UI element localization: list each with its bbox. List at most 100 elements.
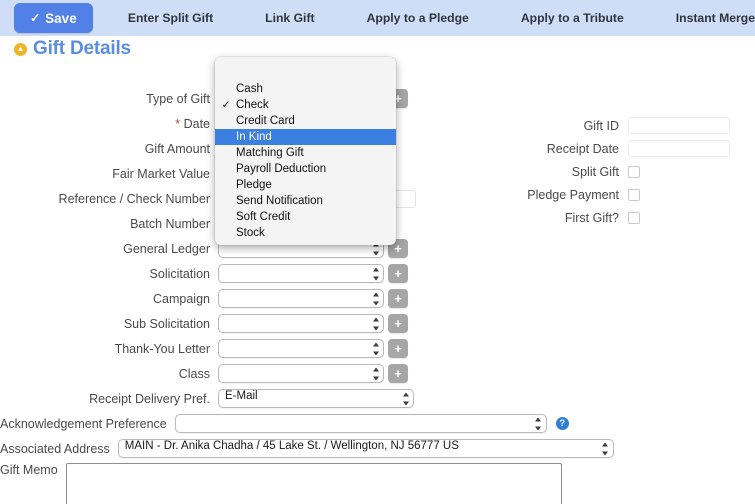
label-reference-check-number: Reference / Check Number bbox=[58, 191, 210, 206]
solicitation-select[interactable] bbox=[218, 264, 384, 283]
label-gift-amount: Gift Amount bbox=[144, 141, 210, 156]
label-general-ledger: General Ledger bbox=[123, 241, 210, 256]
toolbar-nav-items: Enter Split Gift Link Gift Apply to a Pl… bbox=[128, 11, 755, 25]
label-fair-market-value: Fair Market Value bbox=[112, 166, 210, 181]
dropdown-option-check[interactable]: ✓ Check bbox=[215, 97, 396, 113]
row-split-gift: Split Gift bbox=[510, 160, 730, 183]
action-toolbar: ✓ Save Enter Split Gift Link Gift Apply … bbox=[0, 0, 755, 36]
nav-link-gift[interactable]: Link Gift bbox=[265, 11, 314, 25]
required-marker: * bbox=[175, 116, 181, 131]
label-gift-memo: Gift Memo bbox=[0, 463, 58, 477]
row-campaign: Campaign + bbox=[0, 286, 520, 311]
campaign-select[interactable] bbox=[218, 289, 384, 308]
add-class-button[interactable]: + bbox=[388, 364, 408, 383]
sub-solicitation-select-value[interactable] bbox=[218, 314, 384, 333]
dropdown-option-credit-card[interactable]: Credit Card bbox=[215, 113, 396, 129]
label-type-of-gift: Type of Gift bbox=[146, 91, 210, 106]
row-receipt-date: Receipt Date bbox=[510, 137, 730, 160]
dropdown-option-payroll-deduction[interactable]: Payroll Deduction bbox=[215, 161, 396, 177]
save-button-label: Save bbox=[45, 10, 77, 26]
acknowledgement-preference-select[interactable] bbox=[174, 414, 547, 433]
label-gift-id: Gift ID bbox=[583, 118, 619, 133]
label-solicitation: Solicitation bbox=[149, 266, 210, 281]
save-button[interactable]: ✓ Save bbox=[14, 3, 93, 33]
label-receipt-delivery-pref: Receipt Delivery Pref. bbox=[89, 391, 210, 406]
row-solicitation: Solicitation + bbox=[0, 261, 520, 286]
page-title: Gift Details bbox=[33, 38, 131, 59]
dropdown-top-spacer bbox=[215, 61, 396, 81]
row-receipt-delivery-pref: Receipt Delivery Pref. E-Mail bbox=[0, 386, 520, 411]
label-thank-you-letter: Thank-You Letter bbox=[114, 341, 210, 356]
row-sub-solicitation: Sub Solicitation + bbox=[0, 311, 520, 336]
receipt-date-input[interactable] bbox=[628, 140, 730, 157]
label-date: * Date bbox=[0, 117, 218, 131]
label-batch-number: Batch Number bbox=[130, 216, 210, 231]
label-campaign: Campaign bbox=[153, 291, 210, 306]
dropdown-option-soft-credit[interactable]: Soft Credit bbox=[215, 209, 396, 225]
add-solicitation-button[interactable]: + bbox=[388, 264, 408, 283]
dropdown-option-label: Soft Credit bbox=[236, 211, 291, 223]
split-gift-checkbox[interactable] bbox=[628, 165, 640, 178]
label-split-gift: Split Gift bbox=[571, 164, 619, 179]
gift-id-input[interactable] bbox=[628, 117, 730, 134]
dropdown-option-label: Matching Gift bbox=[236, 147, 304, 159]
thank-you-letter-select-value[interactable] bbox=[218, 339, 384, 358]
dropdown-option-in-kind[interactable]: In Kind bbox=[215, 129, 396, 145]
campaign-select-value[interactable] bbox=[218, 289, 384, 308]
dropdown-option-pledge[interactable]: Pledge bbox=[215, 177, 396, 193]
first-gift-checkbox[interactable] bbox=[628, 211, 640, 224]
acknowledgement-preference-select-value[interactable] bbox=[174, 414, 547, 433]
label-pledge-payment: Pledge Payment bbox=[527, 187, 619, 202]
row-gift-id: Gift ID bbox=[510, 114, 730, 137]
dropdown-option-label: Send Notification bbox=[236, 195, 323, 207]
dropdown-option-stock[interactable]: Stock bbox=[215, 225, 396, 241]
associated-address-select[interactable]: MAIN - Dr. Anika Chadha / 45 Lake St. / … bbox=[117, 439, 614, 458]
label-associated-address: Associated Address bbox=[0, 441, 110, 456]
checkmark-icon: ✓ bbox=[221, 99, 231, 111]
row-associated-address: Associated Address MAIN - Dr. Anika Chad… bbox=[0, 436, 614, 461]
dropdown-option-label: Credit Card bbox=[236, 115, 295, 127]
dropdown-option-send-notification[interactable]: Send Notification bbox=[215, 193, 396, 209]
chevron-up-circle-icon[interactable]: ▲ bbox=[14, 42, 27, 56]
section-header: ▲ Gift Details bbox=[14, 38, 131, 60]
type-of-gift-dropdown-menu[interactable]: Cash ✓ Check Credit Card In Kind Matchin… bbox=[215, 57, 396, 245]
nav-apply-to-a-pledge[interactable]: Apply to a Pledge bbox=[367, 11, 469, 25]
dropdown-option-label: Pledge bbox=[236, 179, 272, 191]
associated-address-select-value[interactable]: MAIN - Dr. Anika Chadha / 45 Lake St. / … bbox=[117, 439, 614, 458]
dropdown-option-label: Check bbox=[236, 99, 269, 111]
gift-details-right-column: Gift ID Receipt Date Split Gift Pledge P… bbox=[510, 114, 730, 229]
gift-memo-textarea[interactable] bbox=[65, 463, 562, 504]
gift-entry-page: ✓ Save Enter Split Gift Link Gift Apply … bbox=[0, 0, 755, 504]
nav-instant-merge[interactable]: Instant Merge bbox=[676, 11, 755, 25]
check-icon: ✓ bbox=[30, 11, 41, 25]
class-select-value[interactable] bbox=[218, 364, 384, 383]
nav-enter-split-gift[interactable]: Enter Split Gift bbox=[128, 11, 213, 25]
class-select[interactable] bbox=[218, 364, 384, 383]
dropdown-option-cash[interactable]: Cash bbox=[215, 81, 396, 97]
row-first-gift: First Gift? bbox=[510, 206, 730, 229]
add-thank-you-letter-button[interactable]: + bbox=[388, 339, 408, 358]
question-mark-circle-icon[interactable]: ? bbox=[555, 417, 569, 430]
dropdown-option-label: In Kind bbox=[236, 131, 272, 143]
nav-apply-to-a-tribute[interactable]: Apply to a Tribute bbox=[521, 11, 624, 25]
row-gift-memo: Gift Memo bbox=[0, 463, 562, 504]
receipt-delivery-pref-select[interactable]: E-Mail bbox=[218, 389, 414, 408]
sub-solicitation-select[interactable] bbox=[218, 314, 384, 333]
receipt-delivery-pref-select-value[interactable]: E-Mail bbox=[218, 389, 414, 408]
row-acknowledgement-preference: Acknowledgement Preference ? bbox=[0, 411, 569, 436]
row-pledge-payment: Pledge Payment bbox=[510, 183, 730, 206]
thank-you-letter-select[interactable] bbox=[218, 339, 384, 358]
pledge-payment-checkbox[interactable] bbox=[628, 188, 640, 201]
add-sub-solicitation-button[interactable]: + bbox=[388, 314, 408, 333]
solicitation-select-value[interactable] bbox=[218, 264, 384, 283]
dropdown-option-label: Stock bbox=[236, 227, 265, 239]
dropdown-option-label: Payroll Deduction bbox=[236, 163, 327, 175]
add-campaign-button[interactable]: + bbox=[388, 289, 408, 308]
dropdown-option-label: Cash bbox=[236, 83, 263, 95]
label-date-text: Date bbox=[183, 116, 210, 131]
label-acknowledgement-preference: Acknowledgement Preference bbox=[0, 416, 167, 431]
row-thank-you-letter: Thank-You Letter + bbox=[0, 336, 520, 361]
dropdown-option-matching-gift[interactable]: Matching Gift bbox=[215, 145, 396, 161]
label-class: Class bbox=[178, 366, 210, 381]
row-class: Class + bbox=[0, 361, 520, 386]
